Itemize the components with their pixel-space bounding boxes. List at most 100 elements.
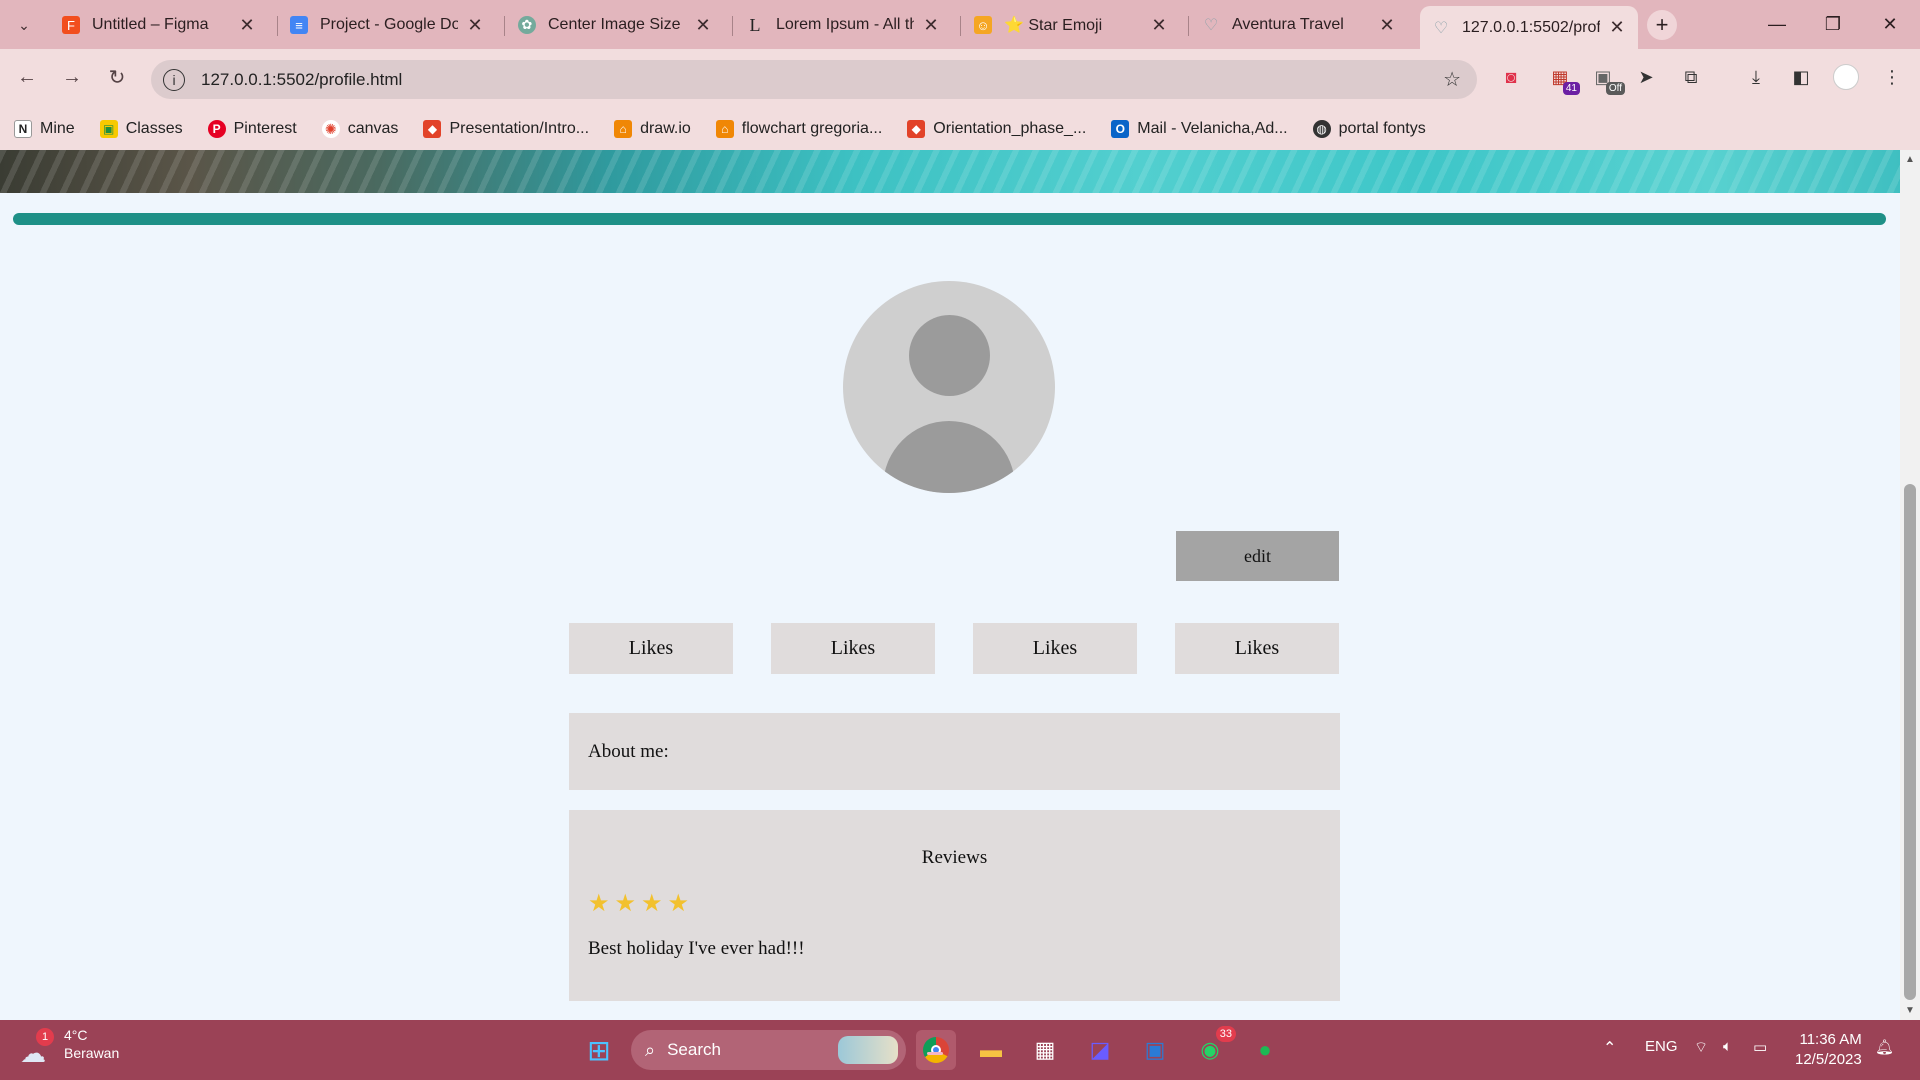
likes-button[interactable]: Likes (1175, 623, 1339, 674)
volume-icon[interactable]: 🔈︎ (1723, 1038, 1732, 1055)
download-icon[interactable]: ⤓ (1742, 63, 1770, 91)
tab-title: ⭐ Star Emoji (1004, 17, 1103, 34)
clock-date: 12/5/2023 (1795, 1051, 1862, 1068)
off-badge: Off (1605, 82, 1625, 95)
tab-title: 127.0.0.1:5502/profil (1462, 18, 1600, 36)
close-icon[interactable]: ✕ (922, 15, 940, 36)
bookmark-label: flowchart gregoria... (741, 120, 883, 137)
file-explorer-icon[interactable]: ▬ (971, 1030, 1011, 1070)
close-icon[interactable]: ✕ (238, 15, 256, 36)
tab-title: Center Image Size (548, 16, 681, 33)
tab-title: Aventura Travel (1232, 16, 1344, 33)
close-icon[interactable]: ✕ (1150, 15, 1168, 36)
close-icon[interactable]: ✕ (694, 15, 712, 36)
weather-widget[interactable]: ☁ 1 4°C Berawan (20, 1026, 119, 1068)
bookmark-classes[interactable]: ▣ Classes (99, 120, 183, 138)
whatsapp-icon[interactable]: ◉ 33 (1190, 1026, 1236, 1070)
tab-separator (1188, 16, 1189, 36)
kebab-menu-icon[interactable]: ⋮ (1878, 63, 1906, 91)
search-label: Search (667, 1040, 721, 1059)
bookmark-drawio[interactable]: ⌂ draw.io (614, 120, 691, 138)
star-icon: ★ (641, 891, 663, 917)
reload-icon[interactable]: ↻ (101, 61, 133, 93)
cursor-extension-icon[interactable]: ➤ (1632, 63, 1660, 91)
window-close-icon[interactable]: ✕ (1870, 8, 1910, 40)
edit-button[interactable]: edit (1176, 531, 1339, 581)
pocket-icon[interactable]: ◙ (1497, 63, 1525, 91)
url-text[interactable]: 127.0.0.1:5502/profile.html (201, 70, 1443, 90)
bookmark-label: Orientation_phase_... (933, 120, 1087, 137)
reviews-section: Reviews ★ ★ ★ ★ Best holiday I've ever had!… (569, 810, 1340, 1001)
minimize-icon[interactable]: — (1757, 8, 1797, 40)
taskbar-search[interactable]: ⌕ Search (631, 1030, 906, 1070)
bookmark-orientation[interactable]: ◆ Orientation_phase_... (907, 120, 1086, 138)
bookmark-label: Classes (125, 120, 183, 137)
heart-icon: ♡ (1433, 19, 1449, 37)
tab-search-chevron-icon[interactable]: ⌄ (9, 12, 39, 38)
tray-chevron-up-icon[interactable]: ⌃ (1603, 1038, 1616, 1058)
bookmark-mine[interactable]: N Mine (14, 120, 75, 138)
outlook-icon: O (1111, 120, 1130, 138)
extension-off-icon[interactable]: ▣ Off (1589, 63, 1625, 95)
drawio-icon: ⌂ (614, 120, 633, 138)
microsoft-store-icon[interactable]: ▦ (1025, 1030, 1065, 1070)
wifi-icon[interactable]: ⌔ (1694, 1038, 1708, 1057)
tab-aventura-travel[interactable]: ♡ Aventura Travel ✕ (1190, 6, 1408, 44)
scroll-up-arrow-icon[interactable]: ▲ (1905, 154, 1915, 165)
forward-arrow-icon[interactable]: → (56, 61, 88, 93)
tab-profile-active[interactable]: ♡ 127.0.0.1:5502/profil ✕ (1420, 6, 1638, 49)
extensions-puzzle-icon[interactable]: ⧉ (1677, 63, 1705, 91)
star-icon: ★ (667, 891, 690, 917)
new-tab-button[interactable]: + (1647, 10, 1677, 40)
likes-button[interactable]: Likes (973, 623, 1137, 674)
bookmark-pinterest[interactable]: P Pinterest (207, 120, 297, 138)
profile-avatar[interactable] (1832, 63, 1860, 91)
scrollbar-thumb[interactable] (1904, 484, 1916, 1000)
tab-separator (960, 16, 961, 36)
battery-icon[interactable]: ▭ (1753, 1038, 1767, 1056)
windows-start-icon[interactable]: ⊞ (579, 1030, 619, 1070)
close-icon[interactable]: ✕ (1378, 15, 1396, 36)
visual-studio-icon[interactable]: ◪ (1080, 1030, 1120, 1070)
bookmark-presentation[interactable]: ◆ Presentation/Intro... (423, 120, 589, 138)
bookmark-star-icon[interactable]: ☆ (1443, 67, 1461, 92)
back-arrow-icon[interactable]: ← (11, 61, 43, 93)
lorem-ipsum-icon: L (749, 14, 761, 35)
close-icon[interactable]: ✕ (466, 15, 484, 36)
page-scrollbar[interactable]: ▲ ▼ (1900, 150, 1920, 1020)
spotify-icon[interactable]: ● (1245, 1030, 1285, 1070)
address-bar[interactable]: i 127.0.0.1:5502/profile.html ☆ (151, 60, 1477, 99)
bookmark-canvas[interactable]: ✺ canvas (321, 120, 399, 138)
chrome-icon[interactable] (916, 1030, 956, 1070)
desktop-app-icon[interactable]: ▣ (1135, 1030, 1175, 1070)
extension-notification-icon[interactable]: ▦ 41 (1546, 63, 1580, 95)
whatsapp-badge: 33 (1215, 1026, 1236, 1042)
weather-temp: 4°C (64, 1027, 88, 1043)
tab-center-image-size[interactable]: ✿ Center Image Size ✕ (506, 6, 724, 44)
site-info-icon[interactable]: i (163, 68, 185, 91)
language-indicator[interactable]: ENG (1645, 1038, 1678, 1055)
bookmark-mail[interactable]: O Mail - Velanicha,Ad... (1111, 120, 1288, 138)
scroll-down-arrow-icon[interactable]: ▼ (1905, 1005, 1915, 1016)
bookmark-label: Mail - Velanicha,Ad... (1137, 120, 1288, 137)
tab-star-emoji[interactable]: ☺ ⭐ Star Emoji ✕ (962, 6, 1180, 44)
likes-button[interactable]: Likes (569, 623, 733, 674)
notification-bell-icon[interactable]: 🔔︎ (1875, 1038, 1894, 1056)
tab-figma[interactable]: F Untitled – Figma ✕ (50, 6, 268, 44)
tab-lorem-ipsum[interactable]: L Lorem Ipsum - All th ✕ (734, 6, 952, 44)
bookmark-label: canvas (347, 120, 399, 137)
active-app-indicator (927, 1052, 943, 1055)
tab-google-docs[interactable]: ≡ Project - Google Do ✕ (278, 6, 496, 44)
globe-icon: ◍ (1312, 120, 1331, 138)
bookmark-portal-fontys[interactable]: ◍ portal fontys (1312, 120, 1426, 138)
bookmark-label: portal fontys (1338, 120, 1426, 137)
bookmark-flowchart[interactable]: ⌂ flowchart gregoria... (715, 120, 883, 138)
system-clock[interactable]: 11:36 AM 12/5/2023 (1795, 1030, 1862, 1070)
notion-icon: N (14, 120, 32, 138)
classroom-icon: ▣ (99, 120, 118, 138)
close-icon[interactable]: ✕ (1608, 17, 1626, 38)
likes-button[interactable]: Likes (771, 623, 935, 674)
side-panel-icon[interactable]: ◧ (1787, 63, 1815, 91)
avatar-body-shape (883, 421, 1015, 493)
restore-icon[interactable]: ❐ (1813, 8, 1853, 40)
